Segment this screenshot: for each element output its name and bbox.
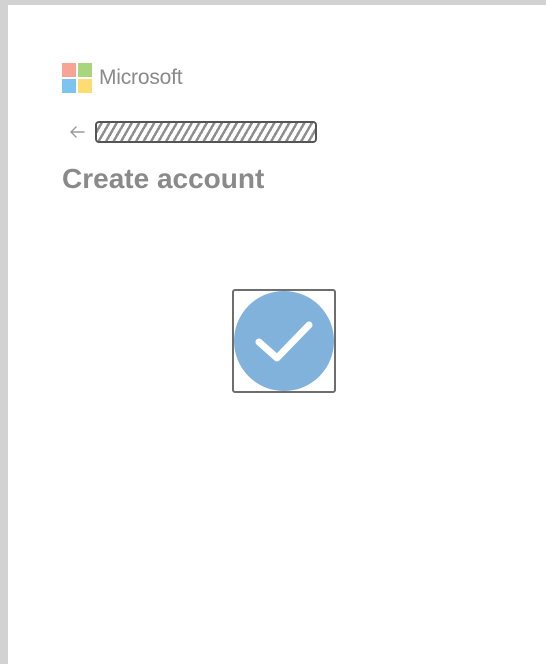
sign-in-dialog: Microsoft Create account — [0, 0, 546, 664]
microsoft-logo-icon — [62, 63, 92, 93]
back-button[interactable] — [68, 124, 86, 140]
success-indicator — [232, 289, 336, 393]
back-arrow-icon — [70, 126, 85, 138]
page-title: Create account — [62, 163, 265, 194]
checkmark-circle-icon — [234, 291, 334, 391]
logo-tile-red — [62, 63, 76, 77]
brand-name: Microsoft — [99, 66, 183, 89]
logo-tile-green — [78, 63, 92, 77]
identity-banner — [68, 121, 317, 143]
microsoft-logo: Microsoft — [62, 63, 183, 93]
logo-tile-yellow — [78, 79, 92, 93]
identity-redacted — [95, 121, 317, 143]
logo-tile-blue — [62, 79, 76, 93]
